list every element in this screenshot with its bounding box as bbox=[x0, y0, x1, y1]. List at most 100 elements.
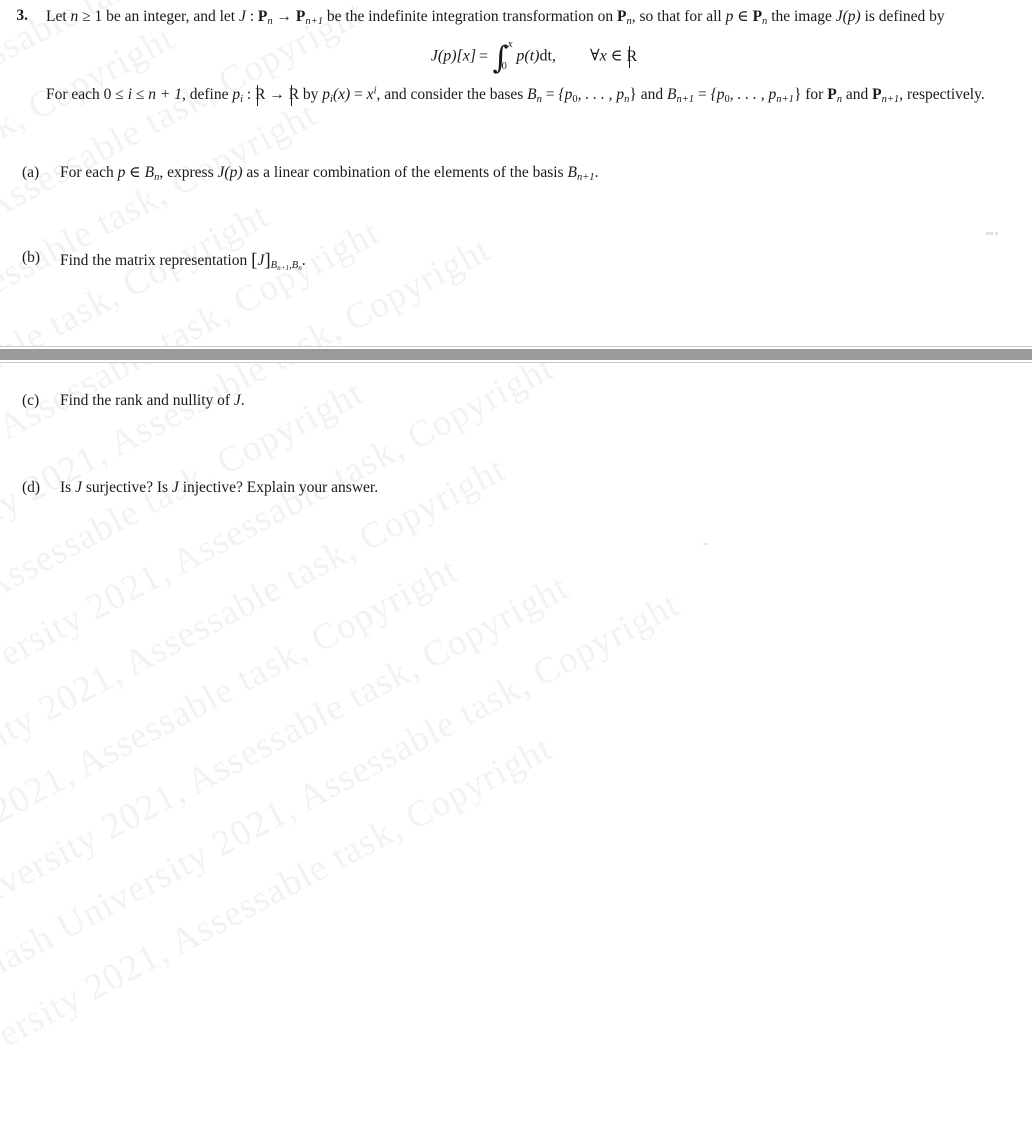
set-close: } bbox=[629, 86, 637, 103]
part-text: Find the matrix representation bbox=[60, 252, 252, 269]
stem-text: For each bbox=[46, 86, 104, 103]
relation-leq: ≤ bbox=[132, 86, 149, 103]
variable-p: p bbox=[322, 86, 331, 103]
element-of: ∈ bbox=[125, 164, 145, 181]
part-text: Is bbox=[60, 479, 76, 496]
part-text-d: Is J surjective? Is J injective? Explain… bbox=[52, 477, 1032, 499]
comma: , bbox=[551, 47, 556, 65]
space-P: P bbox=[872, 86, 882, 103]
space-P: P bbox=[257, 8, 268, 25]
equals-sign: = bbox=[541, 86, 559, 103]
variable-J: J bbox=[233, 392, 241, 409]
variable-x: x bbox=[366, 86, 374, 103]
basis-B: B bbox=[144, 164, 155, 181]
set-ellipsis: , . . . , p bbox=[729, 86, 777, 103]
stem-text: , define bbox=[181, 86, 233, 103]
forall-variable: x bbox=[599, 47, 607, 65]
question-block: 3. Let n ≥ 1 be an integer, and let J : … bbox=[0, 6, 1032, 106]
basis-B: B bbox=[527, 86, 537, 103]
question-number: 3. bbox=[16, 7, 28, 24]
argument-p: (p) bbox=[224, 164, 243, 181]
element-of: ∈ bbox=[606, 47, 627, 65]
real-numbers-symbol: R bbox=[289, 84, 299, 106]
separator-bar bbox=[0, 349, 1032, 360]
equation-lhs-J: J bbox=[430, 47, 438, 65]
variable-J: J bbox=[75, 479, 82, 496]
space-P: P bbox=[295, 8, 306, 25]
variable-p: p bbox=[232, 86, 241, 103]
part-text: , express bbox=[159, 164, 218, 181]
display-equation: J(p)[x] = ∫ x 0 p(t)dt, ∀x ∈ R bbox=[46, 39, 1022, 74]
stem-text: , so that for all bbox=[631, 8, 726, 25]
question-stem: Let n ≥ 1 be an integer, and let J : Pn … bbox=[28, 6, 1032, 106]
subscript-n-plus-1: n+1 bbox=[776, 93, 794, 105]
integral-lower-limit: 0 bbox=[501, 61, 507, 73]
part-text-c: Find the rank and nullity of J. bbox=[52, 390, 1032, 412]
element-of: ∈ bbox=[733, 8, 753, 25]
question-part-b: (b) Find the matrix representation [J]Bn… bbox=[0, 247, 1032, 274]
part-text: For each bbox=[60, 164, 118, 181]
part-text: surjective? Is bbox=[81, 479, 172, 496]
equals-sign: = bbox=[694, 86, 711, 103]
bracket-close: ] bbox=[264, 250, 271, 271]
differential: dt bbox=[539, 47, 552, 65]
set-open: {p bbox=[710, 86, 725, 103]
stem-text: be the indefinite integration transforma… bbox=[323, 8, 618, 25]
page-separator bbox=[0, 346, 1032, 363]
part-text: as a linear combination of the elements … bbox=[242, 164, 568, 181]
subscript-n-plus-1: n+1 bbox=[676, 93, 695, 105]
stem-text: for bbox=[801, 86, 828, 103]
variable-J: J bbox=[238, 8, 246, 25]
bracket-open: [ bbox=[251, 250, 258, 271]
equals-sign: = bbox=[478, 47, 488, 65]
set-open: {p bbox=[558, 86, 573, 103]
colon: : bbox=[245, 8, 258, 25]
question-part-c: (c) Find the rank and nullity of J. bbox=[0, 390, 1032, 412]
subscript-n-plus-1: n+1 bbox=[576, 171, 595, 183]
space-P: P bbox=[752, 8, 763, 25]
stem-text: and bbox=[636, 86, 667, 103]
part-label-d: (d) bbox=[22, 479, 41, 496]
integrand: p(t) bbox=[516, 47, 540, 65]
document-content: 3. Let n ≥ 1 be an integer, and let J : … bbox=[0, 0, 1032, 562]
relation-leq: ≤ bbox=[111, 86, 128, 103]
part-text-a: For each p ∈ Bn, express J(p) as a linea… bbox=[52, 162, 1032, 184]
basis-B: B bbox=[567, 164, 577, 181]
argument-x: (x) bbox=[332, 86, 351, 103]
question-stem-paragraph-2: For each 0 ≤ i ≤ n + 1, define pi : R → … bbox=[46, 84, 1022, 106]
part-text: Find the rank and nullity of bbox=[60, 392, 234, 409]
part-label-a: (a) bbox=[22, 164, 40, 181]
stem-text: , respectively. bbox=[899, 86, 985, 103]
stem-text: , and consider the bases bbox=[376, 86, 528, 103]
question-part-d: (d) Is J surjective? Is J injective? Exp… bbox=[0, 477, 1032, 499]
part-text: injective? Explain your answer. bbox=[178, 479, 379, 496]
equals-sign: = bbox=[350, 86, 367, 103]
subscript-n-plus-1: n+1 bbox=[277, 263, 290, 272]
question-part-a: (a) For each p ∈ Bn, express J(p) as a l… bbox=[0, 162, 1032, 184]
integral-symbol: ∫ x 0 bbox=[492, 39, 513, 74]
part-label-b: (b) bbox=[22, 249, 41, 266]
stem-text: the image bbox=[767, 8, 836, 25]
set-ellipsis: , . . . , p bbox=[577, 86, 625, 103]
n-plus-1: n + 1 bbox=[148, 86, 182, 103]
part-text: . bbox=[240, 392, 245, 409]
equation-lhs-args: (p)[x] bbox=[437, 47, 477, 65]
part-label-c: (c) bbox=[22, 392, 40, 409]
stem-text: is defined by bbox=[860, 8, 945, 25]
variable-J: J bbox=[835, 8, 843, 25]
stem-text: and bbox=[841, 86, 873, 103]
integral-upper-limit: x bbox=[507, 39, 513, 50]
argument-p: (p) bbox=[842, 8, 861, 25]
forall-symbol: ∀ bbox=[589, 47, 600, 65]
stem-text: by bbox=[299, 86, 323, 103]
part-text: . bbox=[301, 252, 306, 269]
variable-J: J bbox=[171, 479, 179, 496]
separator-line-bottom bbox=[0, 362, 1032, 363]
matrix-basis-subscript: Bn+1,Bn bbox=[271, 260, 302, 271]
subscript-n-plus-1: n+1 bbox=[881, 93, 900, 105]
real-numbers-symbol: R bbox=[627, 46, 637, 69]
real-numbers-symbol: R bbox=[255, 84, 265, 106]
arrow: → bbox=[272, 8, 296, 25]
part-text-b: Find the matrix representation [J]Bn+1,B… bbox=[52, 247, 1032, 274]
space-P: P bbox=[827, 86, 837, 103]
